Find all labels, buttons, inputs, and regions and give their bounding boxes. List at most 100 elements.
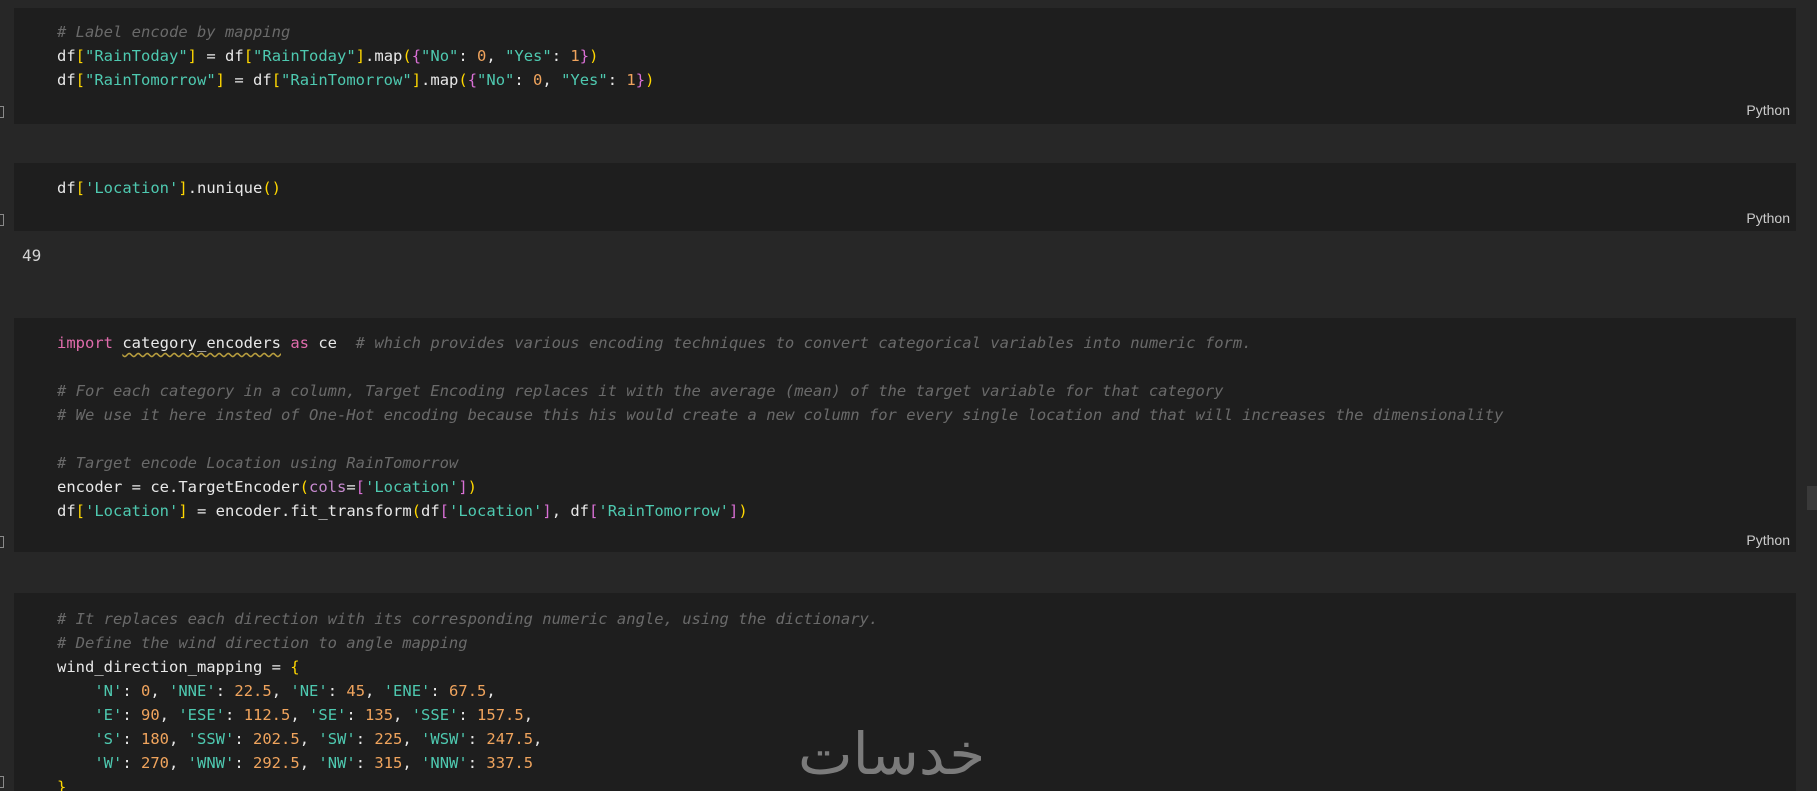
code-token: [ bbox=[589, 502, 599, 520]
code-token: # For each category in a column, Target … bbox=[57, 382, 1224, 400]
code-line[interactable]: } bbox=[57, 775, 878, 791]
code-token: # We use it here insted of One-Hot encod… bbox=[57, 406, 1504, 424]
cell-language-label[interactable]: Python bbox=[1746, 102, 1790, 118]
code-token: 112.5 bbox=[243, 706, 291, 724]
code-line[interactable]: df['Location'] = encoder.fit_transform(d… bbox=[57, 499, 1503, 523]
code-token: : bbox=[514, 71, 534, 89]
code-line[interactable]: wind_direction_mapping = { bbox=[57, 655, 878, 679]
code-token: cols bbox=[308, 478, 347, 496]
code-line[interactable]: 'S': 180, 'SSW': 202.5, 'SW': 225, 'WSW'… bbox=[57, 727, 878, 751]
code-token: 0 bbox=[141, 682, 151, 700]
code-token: [ bbox=[355, 478, 365, 496]
code-token: df bbox=[225, 47, 244, 65]
code-token: import bbox=[57, 334, 113, 352]
code-line[interactable]: # Target encode Location using RainTomor… bbox=[57, 451, 1503, 475]
code-token: ] bbox=[458, 478, 468, 496]
code-token: , bbox=[523, 706, 534, 724]
code-editor[interactable]: # It replaces each direction with its co… bbox=[57, 607, 878, 791]
code-line[interactable]: # It replaces each direction with its co… bbox=[57, 607, 878, 631]
code-editor[interactable]: import category_encoders as ce # which p… bbox=[57, 331, 1503, 523]
code-token: : bbox=[234, 730, 254, 748]
code-token: 'WSW' bbox=[421, 730, 468, 748]
code-token: = bbox=[197, 47, 226, 65]
code-token: ] bbox=[355, 47, 366, 65]
code-editor[interactable]: df['Location'].nunique() bbox=[57, 176, 281, 200]
code-token: 'SE' bbox=[309, 706, 347, 724]
code-token: ) bbox=[645, 71, 655, 89]
code-line[interactable]: 'N': 0, 'NNE': 22.5, 'NE': 45, 'ENE': 67… bbox=[57, 679, 878, 703]
code-token: { bbox=[290, 658, 300, 676]
code-token: 292.5 bbox=[253, 754, 300, 772]
code-line[interactable]: # Label encode by mapping bbox=[57, 20, 654, 44]
code-token: ( bbox=[402, 47, 412, 65]
code-token: ) bbox=[738, 502, 748, 520]
code-token: df bbox=[57, 502, 76, 520]
code-line[interactable] bbox=[57, 355, 1503, 379]
code-token: 67.5 bbox=[449, 682, 487, 700]
code-token: 'ESE' bbox=[178, 706, 226, 724]
cell-language-label[interactable]: Python bbox=[1746, 210, 1790, 226]
code-line[interactable] bbox=[57, 427, 1503, 451]
code-token: ( bbox=[411, 502, 421, 520]
code-token: 'Location' bbox=[365, 478, 459, 496]
code-token: , bbox=[393, 706, 412, 724]
code-token: , bbox=[402, 754, 422, 772]
code-token: "RainToday" bbox=[85, 47, 188, 65]
cell-output: 49 bbox=[22, 246, 42, 265]
code-token: , bbox=[150, 682, 170, 700]
code-token: ] bbox=[729, 502, 739, 520]
code-token: } bbox=[579, 47, 590, 65]
code-line[interactable]: 'E': 90, 'ESE': 112.5, 'SE': 135, 'SSE':… bbox=[57, 703, 878, 727]
code-editor[interactable]: # Label encode by mapping df ["RainToday"]… bbox=[57, 20, 654, 92]
code-line[interactable]: df["RainTomorrow"] = df["RainTomorrow"].… bbox=[57, 68, 654, 92]
code-token: as bbox=[290, 334, 309, 352]
code-token: 'N' bbox=[94, 682, 123, 700]
code-line[interactable]: 'W': 270, 'WNW': 292.5, 'NW': 315, 'NNW'… bbox=[57, 751, 878, 775]
code-token: 'S' bbox=[94, 730, 123, 748]
code-token: } bbox=[635, 71, 646, 89]
code-line[interactable]: import category_encoders as ce # which p… bbox=[57, 331, 1503, 355]
cell-language-label[interactable]: Python bbox=[1746, 532, 1790, 548]
code-token: .nunique bbox=[187, 179, 263, 197]
code-line[interactable]: # Define the wind direction to angle map… bbox=[57, 631, 878, 655]
code-cell-2[interactable]: df['Location'].nunique() Python bbox=[14, 163, 1796, 231]
code-token: 22.5 bbox=[234, 682, 272, 700]
code-token: { bbox=[467, 71, 478, 89]
code-token: : bbox=[122, 706, 141, 724]
code-line[interactable]: df['Location'].nunique() bbox=[57, 176, 281, 200]
code-token: : bbox=[122, 682, 141, 700]
code-token: } bbox=[57, 778, 67, 791]
code-token: # which provides various encoding techni… bbox=[355, 334, 1252, 352]
code-token: [ bbox=[75, 47, 86, 65]
code-token: ) bbox=[467, 478, 478, 496]
code-line[interactable]: # For each category in a column, Target … bbox=[57, 379, 1503, 403]
code-token: , bbox=[486, 682, 496, 700]
code-line[interactable]: encoder = ce.TargetEncoder(cols=['Locati… bbox=[57, 475, 1503, 499]
code-token: : bbox=[346, 706, 366, 724]
code-cell-3[interactable]: import category_encoders as ce # which p… bbox=[14, 318, 1796, 552]
notebook-editor: # Label encode by mapping df["RainToday"]… bbox=[0, 0, 1817, 791]
code-token: 45 bbox=[346, 682, 366, 700]
code-token: 'ENE' bbox=[383, 682, 431, 700]
code-token: , bbox=[533, 730, 543, 748]
code-token: "No" bbox=[477, 71, 515, 89]
code-token: : bbox=[607, 71, 627, 89]
code-line[interactable]: # We use it here insted of One-Hot encod… bbox=[57, 403, 1503, 427]
code-token: 'WNW' bbox=[187, 754, 235, 772]
code-token: [ bbox=[439, 502, 450, 520]
code-token: = bbox=[225, 71, 254, 89]
code-line[interactable]: df["RainToday"] = df["RainToday"].map({"… bbox=[57, 44, 654, 68]
code-token: "Yes" bbox=[505, 47, 552, 65]
code-token: : bbox=[327, 682, 347, 700]
code-token: 135 bbox=[365, 706, 394, 724]
code-token: 'E' bbox=[94, 706, 123, 724]
code-cell-1[interactable]: # Label encode by mapping df ["RainToday"]… bbox=[14, 8, 1796, 124]
scrollbar-thumb[interactable] bbox=[1807, 486, 1817, 510]
code-token: 'Location' bbox=[85, 179, 179, 197]
code-token: : bbox=[458, 706, 478, 724]
code-token: : bbox=[234, 754, 254, 772]
code-token: , bbox=[402, 730, 422, 748]
code-token: : bbox=[551, 47, 571, 65]
